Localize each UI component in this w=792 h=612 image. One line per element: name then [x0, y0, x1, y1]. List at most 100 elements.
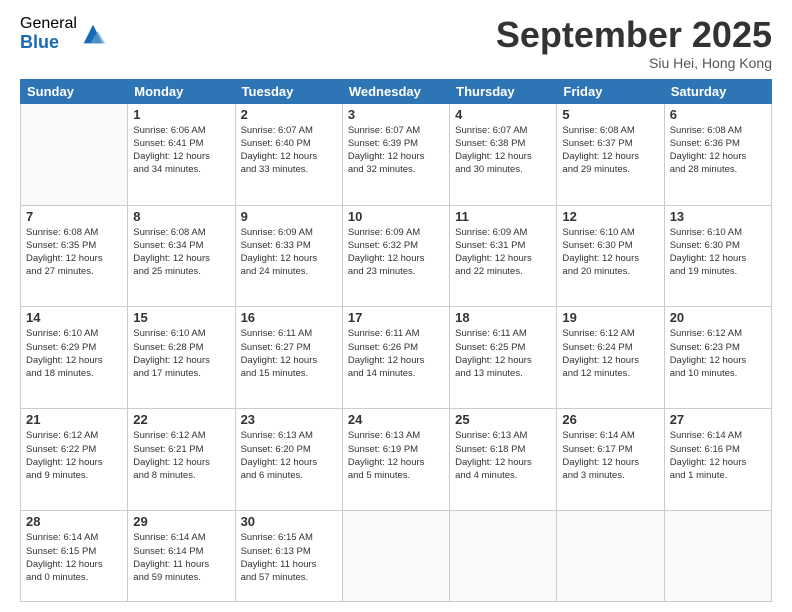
table-row	[342, 511, 449, 602]
day-number: 26	[562, 412, 658, 427]
calendar-week-0: 1Sunrise: 6:06 AM Sunset: 6:41 PM Daylig…	[21, 103, 772, 205]
day-info: Sunrise: 6:07 AM Sunset: 6:40 PM Dayligh…	[241, 124, 337, 177]
table-row: 20 Sunrise: 6:12 AM Sunset: 6:23 PM Dayli…	[664, 307, 771, 409]
table-row: 8Sunrise: 6:08 AM Sunset: 6:34 PM Daylig…	[128, 205, 235, 307]
day-info: Sunrise: 6:08 AM Sunset: 6:36 PM Dayligh…	[670, 124, 766, 177]
day-info: Sunrise: 6:08 AM Sunset: 6:37 PM Dayligh…	[562, 124, 658, 177]
day-number: 4	[455, 107, 551, 122]
page: General Blue September 2025 Siu Hei, Hon…	[0, 0, 792, 612]
day-number: 7	[26, 209, 122, 224]
day-number: 2	[241, 107, 337, 122]
day-info: Sunrise: 6:14 AM Sunset: 6:14 PM Dayligh…	[133, 531, 229, 584]
logo-icon	[79, 20, 107, 48]
table-row: 7 Sunrise: 6:08 AM Sunset: 6:35 PM Daylig…	[21, 205, 128, 307]
day-info: Sunrise: 6:12 AM Sunset: 6:23 PM Dayligh…	[670, 327, 766, 380]
day-number: 3	[348, 107, 444, 122]
calendar-week-1: 7 Sunrise: 6:08 AM Sunset: 6:35 PM Daylig…	[21, 205, 772, 307]
day-info: Sunrise: 6:09 AM Sunset: 6:31 PM Dayligh…	[455, 226, 551, 279]
day-number: 12	[562, 209, 658, 224]
day-number: 19	[562, 310, 658, 325]
table-row: 17Sunrise: 6:11 AM Sunset: 6:26 PM Dayli…	[342, 307, 449, 409]
day-number: 9	[241, 209, 337, 224]
table-row	[450, 511, 557, 602]
day-number: 22	[133, 412, 229, 427]
table-row: 5 Sunrise: 6:08 AM Sunset: 6:37 PM Daylig…	[557, 103, 664, 205]
day-number: 30	[241, 514, 337, 529]
day-info: Sunrise: 6:09 AM Sunset: 6:33 PM Dayligh…	[241, 226, 337, 279]
day-info: Sunrise: 6:07 AM Sunset: 6:39 PM Dayligh…	[348, 124, 444, 177]
day-info: Sunrise: 6:10 AM Sunset: 6:28 PM Dayligh…	[133, 327, 229, 380]
logo-general: General	[20, 15, 77, 33]
day-number: 1	[133, 107, 229, 122]
calendar-week-3: 21 Sunrise: 6:12 AM Sunset: 6:22 PM Dayli…	[21, 409, 772, 511]
calendar-week-2: 14 Sunrise: 6:10 AM Sunset: 6:29 PM Dayli…	[21, 307, 772, 409]
table-row: 28 Sunrise: 6:14 AM Sunset: 6:15 PM Dayli…	[21, 511, 128, 602]
table-row: 6 Sunrise: 6:08 AM Sunset: 6:36 PM Daylig…	[664, 103, 771, 205]
title-block: September 2025 Siu Hei, Hong Kong	[496, 15, 772, 71]
day-number: 13	[670, 209, 766, 224]
day-info: Sunrise: 6:13 AM Sunset: 6:18 PM Dayligh…	[455, 429, 551, 482]
col-thursday: Thursday	[450, 79, 557, 103]
day-number: 27	[670, 412, 766, 427]
day-info: Sunrise: 6:13 AM Sunset: 6:20 PM Dayligh…	[241, 429, 337, 482]
table-row: 4Sunrise: 6:07 AM Sunset: 6:38 PM Daylig…	[450, 103, 557, 205]
day-info: Sunrise: 6:14 AM Sunset: 6:15 PM Dayligh…	[26, 531, 122, 584]
day-info: Sunrise: 6:10 AM Sunset: 6:30 PM Dayligh…	[562, 226, 658, 279]
table-row: 11 Sunrise: 6:09 AM Sunset: 6:31 PM Dayli…	[450, 205, 557, 307]
logo-blue: Blue	[20, 33, 77, 53]
day-info: Sunrise: 6:15 AM Sunset: 6:13 PM Dayligh…	[241, 531, 337, 584]
table-row: 25 Sunrise: 6:13 AM Sunset: 6:18 PM Dayli…	[450, 409, 557, 511]
day-number: 28	[26, 514, 122, 529]
day-info: Sunrise: 6:08 AM Sunset: 6:34 PM Dayligh…	[133, 226, 229, 279]
table-row: 2 Sunrise: 6:07 AM Sunset: 6:40 PM Daylig…	[235, 103, 342, 205]
table-row	[21, 103, 128, 205]
day-number: 14	[26, 310, 122, 325]
logo-text: General Blue	[20, 15, 77, 52]
day-info: Sunrise: 6:14 AM Sunset: 6:16 PM Dayligh…	[670, 429, 766, 482]
day-number: 5	[562, 107, 658, 122]
table-row: 16Sunrise: 6:11 AM Sunset: 6:27 PM Dayli…	[235, 307, 342, 409]
day-info: Sunrise: 6:14 AM Sunset: 6:17 PM Dayligh…	[562, 429, 658, 482]
table-row: 13 Sunrise: 6:10 AM Sunset: 6:30 PM Dayli…	[664, 205, 771, 307]
day-number: 20	[670, 310, 766, 325]
table-row: 29 Sunrise: 6:14 AM Sunset: 6:14 PM Dayli…	[128, 511, 235, 602]
day-info: Sunrise: 6:12 AM Sunset: 6:21 PM Dayligh…	[133, 429, 229, 482]
day-number: 25	[455, 412, 551, 427]
day-info: Sunrise: 6:12 AM Sunset: 6:22 PM Dayligh…	[26, 429, 122, 482]
table-row	[664, 511, 771, 602]
day-info: Sunrise: 6:10 AM Sunset: 6:30 PM Dayligh…	[670, 226, 766, 279]
table-row: 15 Sunrise: 6:10 AM Sunset: 6:28 PM Dayli…	[128, 307, 235, 409]
day-number: 21	[26, 412, 122, 427]
logo: General Blue	[20, 15, 107, 52]
day-number: 15	[133, 310, 229, 325]
day-number: 24	[348, 412, 444, 427]
month-title: September 2025	[496, 15, 772, 55]
day-number: 11	[455, 209, 551, 224]
day-number: 29	[133, 514, 229, 529]
day-info: Sunrise: 6:12 AM Sunset: 6:24 PM Dayligh…	[562, 327, 658, 380]
col-sunday: Sunday	[21, 79, 128, 103]
table-row: 19 Sunrise: 6:12 AM Sunset: 6:24 PM Dayli…	[557, 307, 664, 409]
col-monday: Monday	[128, 79, 235, 103]
day-number: 10	[348, 209, 444, 224]
table-row	[557, 511, 664, 602]
calendar-week-4: 28 Sunrise: 6:14 AM Sunset: 6:15 PM Dayli…	[21, 511, 772, 602]
table-row: 27 Sunrise: 6:14 AM Sunset: 6:16 PM Dayli…	[664, 409, 771, 511]
col-friday: Friday	[557, 79, 664, 103]
table-row: 22 Sunrise: 6:12 AM Sunset: 6:21 PM Dayli…	[128, 409, 235, 511]
col-wednesday: Wednesday	[342, 79, 449, 103]
day-info: Sunrise: 6:10 AM Sunset: 6:29 PM Dayligh…	[26, 327, 122, 380]
table-row: 3 Sunrise: 6:07 AM Sunset: 6:39 PM Daylig…	[342, 103, 449, 205]
day-number: 16	[241, 310, 337, 325]
location: Siu Hei, Hong Kong	[496, 55, 772, 71]
table-row: 12 Sunrise: 6:10 AM Sunset: 6:30 PM Dayli…	[557, 205, 664, 307]
day-number: 17	[348, 310, 444, 325]
table-row: 21 Sunrise: 6:12 AM Sunset: 6:22 PM Dayli…	[21, 409, 128, 511]
day-info: Sunrise: 6:13 AM Sunset: 6:19 PM Dayligh…	[348, 429, 444, 482]
day-info: Sunrise: 6:08 AM Sunset: 6:35 PM Dayligh…	[26, 226, 122, 279]
day-info: Sunrise: 6:09 AM Sunset: 6:32 PM Dayligh…	[348, 226, 444, 279]
calendar-table: Sunday Monday Tuesday Wednesday Thursday…	[20, 79, 772, 602]
calendar-header-row: Sunday Monday Tuesday Wednesday Thursday…	[21, 79, 772, 103]
table-row: 1Sunrise: 6:06 AM Sunset: 6:41 PM Daylig…	[128, 103, 235, 205]
day-number: 6	[670, 107, 766, 122]
